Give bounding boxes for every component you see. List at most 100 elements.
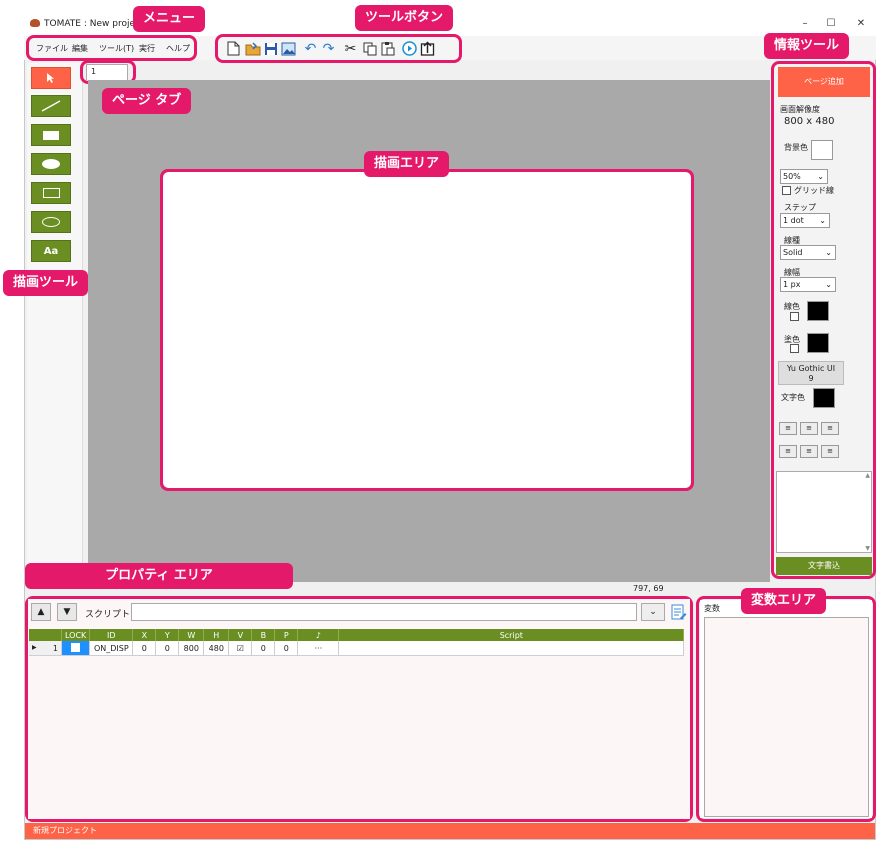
undo-icon[interactable]: ↶ [302,40,319,57]
menu-tools[interactable]: ツール(T) [99,43,134,54]
col-rowhead [29,629,62,641]
table-header-row: LOCK ID X Y W H V B P ♪ Script [29,629,685,641]
maximize-icon[interactable]: ☐ [819,16,843,32]
line-width-select[interactable]: 1 px ⌄ [780,277,836,292]
write-text-button[interactable]: 文字書込 [776,557,872,575]
zoom-value: 50% [783,172,801,181]
line-color-swatch[interactable] [807,301,829,321]
line-type-select[interactable]: Solid ⌄ [780,245,836,260]
col-v: V [228,629,253,641]
object-table: LOCK ID X Y W H V B P ♪ Script ▶ 1 ON_DIS… [29,629,685,656]
sound-cell[interactable]: ··· [297,641,340,656]
move-down-button[interactable]: ▼ [57,603,77,621]
rect-tool-button[interactable] [31,182,71,204]
step-select[interactable]: 1 dot ⌄ [780,213,830,228]
step-label: ステップ [784,203,816,212]
add-page-button[interactable]: ページ追加 [778,67,870,97]
ellipse-tool-button[interactable] [31,211,71,233]
menu-file[interactable]: ファイル [36,43,68,54]
align-left-icon[interactable]: ≡ [779,422,797,435]
chevron-down-icon: ⌄ [817,172,824,181]
save-icon[interactable] [262,40,279,57]
row-number: 1 [52,643,58,653]
script-cell[interactable] [338,641,685,656]
valign-top-icon[interactable]: ≡ [779,445,797,458]
bg-color-swatch[interactable] [811,140,833,160]
script-dropdown[interactable]: ⌄ [641,603,665,621]
row-pointer-icon: ▶ [32,643,37,651]
b-cell[interactable]: 0 [251,641,276,656]
row-header[interactable]: ▶ 1 [29,641,62,656]
annotation-info-tool: 情報ツール [764,33,850,59]
line-tool-button[interactable] [31,95,71,117]
y-cell[interactable]: 0 [155,641,180,656]
new-file-icon[interactable] [225,40,242,57]
variables-list[interactable] [704,617,869,817]
export-icon[interactable] [419,40,436,57]
col-sound: ♪ [297,629,340,641]
chevron-down-icon: ⌄ [825,248,832,257]
scroll-up-icon[interactable]: ▲ [865,472,870,479]
redo-icon[interactable]: ↷ [320,40,337,57]
annotation-property-area: プロパティ エリア [25,563,293,589]
w-cell[interactable]: 800 [178,641,205,656]
move-up-button[interactable]: ▲ [31,603,51,621]
fill-color-checkbox[interactable] [790,344,799,353]
image-icon[interactable] [280,40,297,57]
text-tool-button[interactable]: Aa [31,240,71,262]
col-w: W [178,629,205,641]
text-color-swatch[interactable] [813,388,835,408]
minimize-icon[interactable]: – [793,16,817,32]
filled-rect-icon [43,130,59,140]
visible-checkbox-checked-icon[interactable]: ☑ [237,644,244,653]
lock-checkbox[interactable] [71,642,81,652]
filled-rect-tool-button[interactable] [31,124,71,146]
font-button[interactable]: Yu Gothic UI 9 [778,361,844,385]
col-lock: LOCK [61,629,91,641]
line-color-checkbox[interactable] [790,312,799,321]
scroll-down-icon[interactable]: ▼ [865,545,870,552]
resolution-label: 画面解像度 [780,105,820,114]
fill-color-swatch[interactable] [807,333,829,353]
annotation-menu: メニュー [133,6,206,32]
script-edit-icon[interactable] [670,603,688,621]
bg-color-label: 背景色 [784,143,808,152]
filled-ellipse-icon [42,159,60,169]
line-type-value: Solid [783,248,803,257]
valign-middle-icon[interactable]: ≡ [800,445,818,458]
col-id: ID [89,629,134,641]
align-right-icon[interactable]: ≡ [821,422,839,435]
copy-icon[interactable] [361,40,378,57]
window-title: TOMATE : New project [44,19,144,29]
col-p: P [274,629,299,641]
text-input-area[interactable]: ▲ ▼ [776,471,872,553]
menu-run[interactable]: 実行 [139,43,155,54]
run-icon[interactable] [401,40,418,57]
resolution-value: 800 x 480 [784,116,835,127]
zoom-select[interactable]: 50% ⌄ [780,169,828,184]
table-row[interactable]: ▶ 1 ON_DISP 0 0 800 480 ☑ 0 0 ··· [29,641,685,656]
v-cell[interactable]: ☑ [228,641,253,656]
p-cell[interactable]: 0 [274,641,299,656]
status-bar: 新規プロジェクト [25,823,875,839]
align-center-icon[interactable]: ≡ [800,422,818,435]
filled-ellipse-tool-button[interactable] [31,153,71,175]
annotation-draw-tool: 描画ツール [3,270,89,296]
open-folder-icon[interactable] [244,40,261,57]
x-cell[interactable]: 0 [132,641,157,656]
chevron-down-icon: ⌄ [649,607,657,617]
id-cell[interactable]: ON_DISP [89,641,134,656]
grid-checkbox[interactable] [782,186,791,195]
h-cell[interactable]: 480 [203,641,230,656]
close-icon[interactable]: ✕ [849,16,873,32]
rect-outline-icon [42,188,60,198]
cut-icon[interactable]: ✂ [342,40,359,57]
valign-bottom-icon[interactable]: ≡ [821,445,839,458]
menu-edit[interactable]: 編集 [72,43,88,54]
select-tool-button[interactable] [31,67,71,89]
script-input[interactable] [131,603,637,621]
variables-tab[interactable]: 変数 [704,603,720,614]
paste-icon[interactable] [379,40,396,57]
menu-help[interactable]: ヘルプ [166,43,190,54]
lock-cell[interactable] [61,641,91,656]
